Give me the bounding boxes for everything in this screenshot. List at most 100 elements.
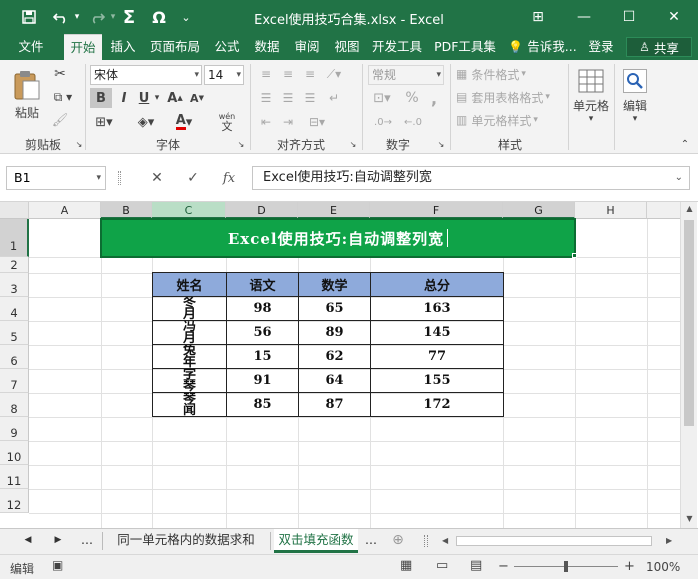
total-cell[interactable]: 77 [370,344,504,369]
cells-button[interactable]: 单元格 ▾ [572,64,610,128]
row-header-7[interactable]: 7 [0,369,29,393]
column-header-a[interactable]: A [29,202,101,219]
row-header-8[interactable]: 8 [0,393,29,417]
bold-button[interactable]: B [90,88,112,108]
share-button[interactable]: ♙ 共享 [626,37,692,57]
zoom-slider[interactable] [514,561,618,572]
tab-developer[interactable]: 开发工具 [368,34,426,60]
zoom-out-button[interactable]: − [498,559,509,574]
more-sheets-left[interactable]: ... [76,529,98,553]
number-format-select[interactable]: 常规 ▾ [368,65,444,85]
total-cell[interactable]: 145 [370,320,504,345]
sign-in-link[interactable]: 登录 [586,34,616,60]
phonetic-button[interactable]: wén 文 [210,110,244,134]
grow-font-button[interactable]: A ▲ [166,88,184,108]
row-header-2[interactable]: 2 [0,257,29,273]
fill-handle[interactable] [572,253,577,258]
chinese-cell[interactable]: 85 [226,392,299,417]
merged-title-cell[interactable]: Excel使用技巧:自动调整列宽 [100,218,576,258]
decrease-indent-icon[interactable]: ⇤ [256,112,276,132]
tab-formulas[interactable]: 公式 [210,34,244,60]
zoom-in-button[interactable]: + [624,559,635,574]
chinese-cell[interactable]: 15 [226,344,299,369]
math-cell[interactable]: 65 [298,296,371,321]
zoom-level[interactable]: 100% [646,560,680,574]
dialog-launcher-icon[interactable]: ↘ [236,139,246,149]
name-box[interactable]: B1 ▾ [6,166,106,190]
add-sheet-icon[interactable]: ⊕ [388,529,408,553]
formula-splitter[interactable] [118,171,121,185]
tab-view[interactable]: 视图 [330,34,364,60]
normal-view-icon[interactable]: ▦ [400,558,412,573]
minimize-icon[interactable]: — [562,4,606,30]
name-cell[interactable]: 琴闻 [152,392,227,417]
borders-icon[interactable]: ⊞▾ [90,112,118,132]
horizontal-scroll-thumb[interactable] [456,536,652,546]
cut-icon[interactable]: ✂ [50,64,70,84]
column-header-f[interactable]: F [370,202,503,219]
align-middle-icon[interactable]: ≡ [278,64,298,84]
name-cell[interactable]: 兔年 [152,344,227,369]
tab-insert[interactable]: 插入 [106,34,140,60]
collapse-ribbon-icon[interactable]: ⌃ [678,138,692,150]
tab-page-layout[interactable]: 页面布局 [146,34,204,60]
tab-file[interactable]: 文件 [8,34,54,60]
orientation-icon[interactable]: ⟋▾ [322,64,346,84]
cell-styles-button[interactable]: ▥ 单元格样式 ▾ [456,110,566,130]
scroll-left-icon[interactable]: ◀ [442,533,448,549]
chevron-down-icon[interactable]: ⌄ [675,167,683,189]
total-cell[interactable]: 155 [370,368,504,393]
horizontal-scrollbar[interactable]: ◀ ▶ [440,533,678,549]
font-color-button[interactable]: A ▾ [170,112,198,132]
column-header-e[interactable]: E [298,202,370,219]
tab-review[interactable]: 审阅 [290,34,324,60]
total-cell[interactable]: 163 [370,296,504,321]
format-as-table-button[interactable]: ▤ 套用表格格式 ▾ [456,87,566,107]
row-header-12[interactable]: 12 [0,489,29,513]
page-layout-view-icon[interactable]: ▭ [436,558,448,573]
align-center-icon[interactable]: ☰ [278,88,298,108]
next-sheet-icon[interactable]: ▶ [50,529,66,553]
paste-button[interactable]: 粘贴 [8,66,46,124]
italic-button[interactable]: I [114,88,134,108]
wrap-text-icon[interactable]: ↵ [324,88,344,108]
zoom-slider-thumb[interactable] [564,561,568,572]
currency-icon[interactable]: ⊡▾ [368,88,396,108]
font-name-select[interactable]: 宋体 ▾ [90,65,202,85]
total-cell[interactable]: 172 [370,392,504,417]
column-header-d[interactable]: D [226,202,298,219]
select-all-corner[interactable] [0,202,29,219]
column-header-c[interactable]: C [152,202,226,219]
tell-me-search[interactable]: 告诉我... [524,34,580,60]
math-cell[interactable]: 64 [298,368,371,393]
row-header-4[interactable]: 4 [0,297,29,321]
increase-indent-icon[interactable]: ⇥ [278,112,298,132]
page-break-view-icon[interactable]: ▤ [470,558,482,573]
name-cell[interactable]: 冯月 [152,320,227,345]
font-size-select[interactable]: 14 ▾ [204,65,244,85]
vertical-scrollbar[interactable]: ▲ ▼ [680,202,697,528]
chinese-cell[interactable]: 91 [226,368,299,393]
scroll-right-icon[interactable]: ▶ [666,533,672,549]
name-cell[interactable]: 学琴 [152,368,227,393]
vertical-scroll-thumb[interactable] [684,220,694,426]
prev-sheet-icon[interactable]: ◀ [20,529,36,553]
ribbon-display-icon[interactable]: ⊞ [516,4,560,30]
percent-button[interactable]: % [402,88,422,108]
scroll-up-icon[interactable]: ▲ [681,204,698,213]
row-header-11[interactable]: 11 [0,465,29,489]
conditional-formatting-button[interactable]: ▦ 条件格式 ▾ [456,64,556,84]
chinese-cell[interactable]: 98 [226,296,299,321]
underline-button[interactable]: U [136,88,152,108]
row-header-3[interactable]: 3 [0,273,29,297]
dialog-launcher-icon[interactable]: ↘ [74,139,84,149]
align-top-icon[interactable]: ≡ [256,64,276,84]
sheet-tab-sum-in-cell[interactable]: 同一单元格内的数据求和 [106,529,266,553]
table-header-cell[interactable]: 姓名 [152,272,227,297]
dialog-launcher-icon[interactable]: ↘ [436,139,446,149]
editing-button[interactable]: 编辑 ▾ [618,64,652,128]
fill-color-icon[interactable]: ◈▾ [132,112,160,132]
shrink-font-button[interactable]: A ▼ [188,88,206,108]
tab-pdf-tools[interactable]: PDF工具集 [432,34,498,60]
scroll-down-icon[interactable]: ▼ [681,514,698,523]
